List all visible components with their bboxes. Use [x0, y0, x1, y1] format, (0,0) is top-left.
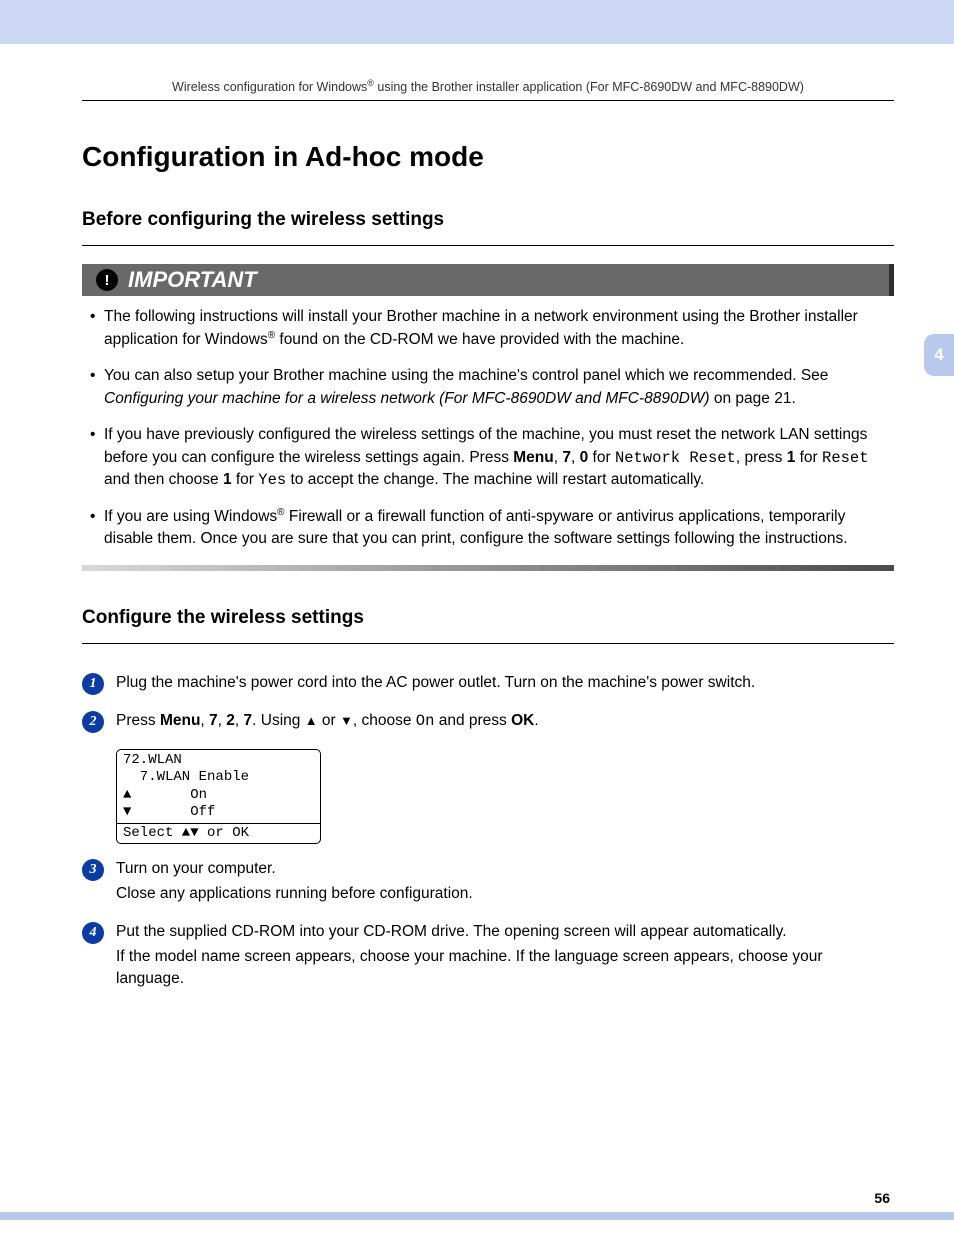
bullet-2: You can also setup your Brother machine …	[86, 365, 894, 410]
top-bar	[0, 0, 954, 44]
bullet-3: If you have previously configured the wi…	[86, 424, 894, 491]
running-header-pre: Wireless configuration for Windows	[172, 80, 367, 94]
running-header: Wireless configuration for Windows® usin…	[82, 78, 894, 94]
running-header-post: using the Brother installer application …	[374, 80, 804, 94]
chapter-number: 4	[934, 345, 943, 365]
section-rule-2	[82, 643, 894, 644]
step-number-4: 4	[82, 922, 104, 944]
step-2: 2 Press Menu, 7, 2, 7. Using ▲ or ▼, cho…	[82, 710, 894, 734]
page-content: Wireless configuration for Windows® usin…	[0, 44, 954, 992]
chapter-tab: 4	[924, 334, 954, 376]
page-title: Configuration in Ad-hoc mode	[82, 141, 894, 173]
lcd-display: 72.WLAN 7.WLAN Enable ▲ On ▼ Off Select …	[116, 749, 321, 845]
running-header-sup: ®	[367, 78, 374, 88]
up-arrow-icon: ▲	[305, 713, 318, 728]
lcd-line-4: ▼ Off	[123, 804, 314, 822]
step-1: 1 Plug the machine's power cord into the…	[82, 672, 894, 696]
page-number: 56	[0, 1190, 954, 1206]
step-3: 3 Turn on your computer. Close any appli…	[82, 858, 894, 907]
lcd-line-5: Select ▲▼ or OK	[123, 825, 314, 843]
section-configure-heading: Configure the wireless settings	[82, 607, 894, 629]
section-end-bar	[82, 565, 894, 571]
header-rule	[82, 100, 894, 101]
lcd-line-1: 72.WLAN	[123, 752, 314, 770]
important-list: The following instructions will install …	[82, 306, 894, 551]
bullet-4: If you are using Windows® Firewall or a …	[86, 506, 894, 551]
footer-bar	[0, 1212, 954, 1220]
lcd-line-2: 7.WLAN Enable	[123, 769, 314, 787]
step-number-3: 3	[82, 859, 104, 881]
section-rule	[82, 245, 894, 246]
important-banner: ! IMPORTANT	[82, 264, 894, 296]
step-number-1: 1	[82, 673, 104, 695]
down-arrow-icon: ▼	[340, 713, 353, 728]
step-number-2: 2	[82, 711, 104, 733]
section-before-heading: Before configuring the wireless settings	[82, 209, 894, 231]
step-4: 4 Put the supplied CD-ROM into your CD-R…	[82, 921, 894, 992]
bullet-1: The following instructions will install …	[86, 306, 894, 351]
lcd-separator	[117, 823, 320, 824]
exclamation-icon: !	[96, 269, 118, 291]
lcd-line-3: ▲ On	[123, 787, 314, 805]
important-label: IMPORTANT	[128, 267, 257, 293]
